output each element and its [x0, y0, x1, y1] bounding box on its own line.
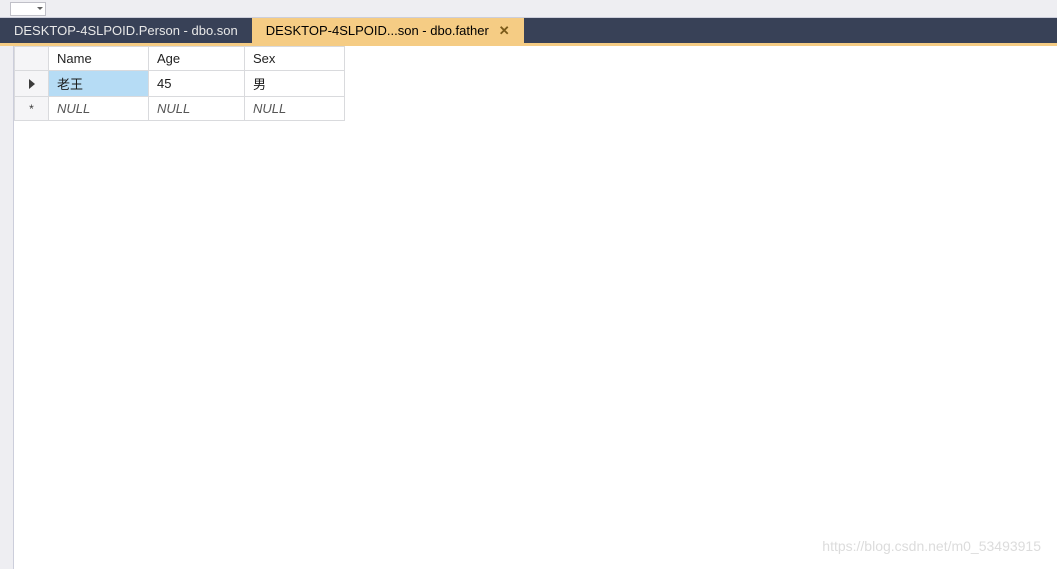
toolbar-dropdown[interactable] — [10, 2, 46, 16]
new-row-icon: * — [29, 102, 34, 116]
cell-name[interactable]: NULL — [49, 97, 149, 121]
column-header-sex[interactable]: Sex — [245, 47, 345, 71]
tab-bar: DESKTOP-4SLPOID.Person - dbo.son DESKTOP… — [0, 18, 1057, 46]
tab-dbo-son[interactable]: DESKTOP-4SLPOID.Person - dbo.son — [0, 18, 252, 43]
table-row[interactable]: * NULL NULL NULL — [15, 97, 345, 121]
row-header-new[interactable]: * — [15, 97, 49, 121]
cell-sex[interactable]: 男 — [245, 71, 345, 97]
cell-age[interactable]: NULL — [149, 97, 245, 121]
corner-cell[interactable] — [15, 47, 49, 71]
data-grid-wrapper: Name Age Sex 老王 45 男 * — [14, 46, 345, 569]
left-gutter — [0, 46, 14, 569]
chevron-down-icon — [37, 7, 43, 10]
cell-name[interactable]: 老王 — [49, 71, 149, 97]
cell-sex[interactable]: NULL — [245, 97, 345, 121]
content-area: Name Age Sex 老王 45 男 * — [0, 46, 1057, 569]
column-header-name[interactable]: Name — [49, 47, 149, 71]
current-row-icon — [29, 79, 35, 89]
tab-label: DESKTOP-4SLPOID...son - dbo.father — [266, 23, 489, 38]
row-header-current[interactable] — [15, 71, 49, 97]
table-header-row: Name Age Sex — [15, 47, 345, 71]
toolbar-fragment — [0, 0, 1057, 18]
cell-age[interactable]: 45 — [149, 71, 245, 97]
column-header-age[interactable]: Age — [149, 47, 245, 71]
table-row[interactable]: 老王 45 男 — [15, 71, 345, 97]
close-icon[interactable]: ✕ — [499, 24, 510, 37]
data-grid[interactable]: Name Age Sex 老王 45 男 * — [14, 46, 345, 121]
tab-dbo-father[interactable]: DESKTOP-4SLPOID...son - dbo.father ✕ — [252, 18, 524, 43]
tab-label: DESKTOP-4SLPOID.Person - dbo.son — [14, 23, 238, 38]
